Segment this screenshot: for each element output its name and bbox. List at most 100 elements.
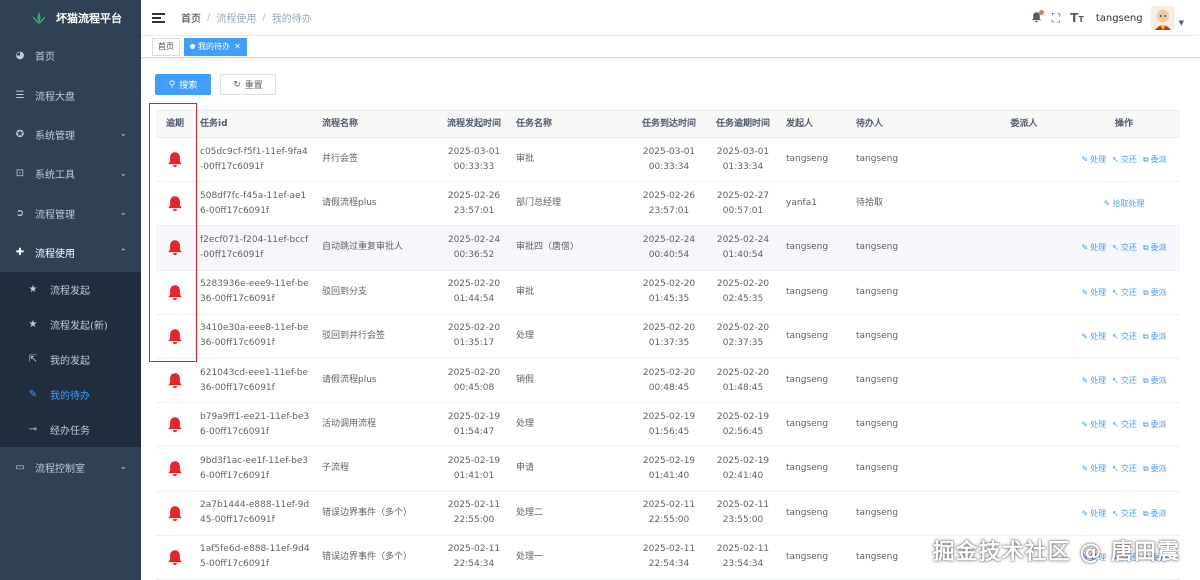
sidebar-item-label: 系统工具 xyxy=(35,170,75,182)
arrow-up-left-icon: ↖ xyxy=(1112,420,1119,430)
edit-icon: ✎ xyxy=(1081,287,1089,297)
overdue-bell-icon xyxy=(168,505,182,521)
edit-icon: ✎ xyxy=(1081,508,1089,518)
close-icon[interactable]: ✕ xyxy=(234,39,241,55)
sidebar: 坏猫流程平台 ◕ 首页 ☰ 流程大盘 ✪ 系统管理 ⌄ ⊡ 系统工具 ⌄ ➲ 流… xyxy=(0,0,141,580)
transfer-button[interactable]: ↖ 交还 xyxy=(1112,329,1137,344)
handle-button[interactable]: ✎ 处理 xyxy=(1081,506,1106,521)
caret-down-icon[interactable]: ▼ xyxy=(1179,19,1184,27)
sidebar-item-my-started[interactable]: ⇱ 我的发起 xyxy=(0,342,141,377)
notification-bell-icon[interactable] xyxy=(1031,9,1044,26)
sidebar-item-flow-use[interactable]: ✚ 流程使用 ⌃ xyxy=(0,233,141,272)
sidebar-item-my-todo[interactable]: ✎ 我的待办 xyxy=(0,377,141,412)
username[interactable]: tangseng xyxy=(1096,13,1143,24)
app-logo[interactable]: 坏猫流程平台 xyxy=(0,0,141,36)
transfer-button[interactable]: ↖ 交还 xyxy=(1112,417,1137,432)
column-header-start-time: 流程发起时间 xyxy=(446,118,501,129)
delegate-button[interactable]: ⧉ 委派 xyxy=(1143,461,1167,476)
handle-button[interactable]: ✎ 处理 xyxy=(1081,240,1106,255)
table-row[interactable]: f2ecf071-f204-11ef-bccf-00ff17c6091f 自动跳过… xyxy=(156,226,1180,271)
delegate-button[interactable]: ⧉ 委派 xyxy=(1143,417,1167,432)
submenu-flow-use: ★ 流程发起 ★ 流程发起(新) ⇱ 我的发起 ✎ 我的待办 ⊸ 经办任务 xyxy=(0,272,141,448)
sidebar-item-system-management[interactable]: ✪ 系统管理 ⌄ xyxy=(0,115,141,154)
arrive-time-cell: 2025-03-01 00:33:34 xyxy=(642,146,696,172)
sidebar-item-flow-control-room[interactable]: ▭ 流程控制室 ⌄ xyxy=(0,447,141,486)
font-size-icon[interactable]: TT xyxy=(1070,11,1084,25)
tool-icon: ⊡ xyxy=(15,168,25,180)
starter-cell: tangseng xyxy=(786,242,829,253)
table-row[interactable]: 5283936e-eee9-11ef-be36-00ff17c6091f 驳回到分… xyxy=(156,271,1180,315)
sidebar-item-start-flow[interactable]: ★ 流程发起 xyxy=(0,272,141,307)
handle-button[interactable]: ✎ 处理 xyxy=(1081,461,1106,476)
copy-icon: ⧉ xyxy=(1142,464,1149,474)
transfer-button[interactable]: ↖ 交还 xyxy=(1112,461,1137,476)
sidebar-item-label: 我的发起 xyxy=(50,356,90,368)
delegate-button[interactable]: ⧉ 委派 xyxy=(1143,152,1167,167)
task-id-cell: c05dc9cf-f5f1-11ef-9fa4-00ff17c6091f xyxy=(200,146,308,172)
task-id-cell: b79a9ff1-ee21-11ef-be36-00ff17c6091f xyxy=(200,411,310,437)
overdue-time-cell: 2025-02-19 02:56:45 xyxy=(716,411,770,437)
task-name-cell: 审批四（唐僧） xyxy=(516,242,580,253)
table-row[interactable]: 2a7b1444-e888-11ef-9d45-00ff17c6091f 错误边界… xyxy=(156,492,1180,536)
lotus-logo-icon xyxy=(32,12,46,24)
handle-button[interactable]: ✎ 处理 xyxy=(1081,152,1106,167)
breadcrumb-home[interactable]: 首页 xyxy=(181,10,201,25)
delegate-button[interactable]: ⧉ 委派 xyxy=(1143,285,1167,300)
table-row[interactable]: b79a9ff1-ee21-11ef-be36-00ff17c6091f 活动调用… xyxy=(156,403,1180,448)
process-name-cell: 并行会签 xyxy=(322,154,359,165)
transfer-button[interactable]: ↖ 交还 xyxy=(1112,240,1137,255)
tag-home[interactable]: 首页 xyxy=(152,37,180,56)
sidebar-item-start-flow-new[interactable]: ★ 流程发起(新) xyxy=(0,307,141,342)
system-icon: ✪ xyxy=(15,128,25,140)
action-label: 交还 xyxy=(1120,508,1137,518)
delegator-cell xyxy=(980,492,1068,535)
search-button[interactable]: ⚲ 搜索 xyxy=(155,74,211,95)
delegate-button[interactable]: ⧉ 委派 xyxy=(1143,506,1167,521)
handle-button[interactable]: ✎ 处理 xyxy=(1081,285,1106,300)
action-label: 处理 xyxy=(1090,508,1107,518)
delegate-button[interactable]: ⧉ 委派 xyxy=(1143,240,1167,255)
fullscreen-icon[interactable]: ⛶ xyxy=(1052,11,1060,26)
table-row[interactable]: 621043cd-eee1-11ef-be36-00ff17c6091f 请假流程… xyxy=(156,359,1180,404)
delegator-cell xyxy=(980,315,1068,358)
table-row[interactable]: 9bd3f1ac-ee1f-11ef-be36-00ff17c6091f 子流程 2… xyxy=(156,447,1180,492)
hamburger-icon[interactable] xyxy=(152,12,165,23)
transfer-button[interactable]: ↖ 交还 xyxy=(1112,285,1137,300)
overdue-time-cell: 2025-02-27 00:57:01 xyxy=(716,190,770,216)
overdue-time-cell: 2025-02-20 01:48:45 xyxy=(716,367,770,393)
column-header-task-id: 任务id xyxy=(200,118,228,129)
sidebar-item-system-tools[interactable]: ⊡ 系统工具 ⌄ xyxy=(0,154,141,193)
handle-button[interactable]: ✎ 处理 xyxy=(1081,329,1106,344)
claim-button[interactable]: ✎ 拾取处理 xyxy=(1104,196,1145,211)
sidebar-item-home[interactable]: ◕ 首页 xyxy=(0,36,141,75)
table-row[interactable]: c05dc9cf-f5f1-11ef-9fa4-00ff17c6091f 并行会签… xyxy=(156,138,1180,183)
table-row[interactable]: 508df7fc-f45a-11ef-ae16-00ff17c6091f 请假流程… xyxy=(156,182,1180,227)
delegate-button[interactable]: ⧉ 委派 xyxy=(1143,373,1167,388)
handle-button[interactable]: ✎ 处理 xyxy=(1081,373,1106,388)
action-label: 委派 xyxy=(1150,243,1167,253)
starter-cell: tangseng xyxy=(786,463,829,474)
action-label: 拾取处理 xyxy=(1112,199,1145,209)
monitor-icon: ▭ xyxy=(15,461,25,473)
actions-cell: ✎ 处理 ↖ 交还 ⧉ 委派 xyxy=(1068,226,1180,269)
overdue-time-cell: 2025-03-01 01:33:34 xyxy=(716,146,770,172)
delegate-button[interactable]: ⧉ 委派 xyxy=(1143,329,1167,344)
transfer-button[interactable]: ↖ 交还 xyxy=(1112,152,1137,167)
reset-button[interactable]: ↻ 重置 xyxy=(220,74,276,95)
action-label: 交还 xyxy=(1120,287,1137,297)
table-header-row: 逾期 任务id 流程名称 流程发起时间 任务名称 任务到达时间 任务逾期时间 发… xyxy=(156,111,1180,138)
overdue-cell xyxy=(156,315,194,358)
sidebar-item-flow-management[interactable]: ➲ 流程管理 ⌄ xyxy=(0,194,141,233)
sidebar-item-handled-tasks[interactable]: ⊸ 经办任务 xyxy=(0,412,141,447)
tag-my-todo[interactable]: 我的待办 ✕ xyxy=(184,37,247,56)
assignee-cell: tangseng xyxy=(856,507,899,518)
table-row[interactable]: 3410e30a-eee8-11ef-be36-00ff17c6091f 驳回到并… xyxy=(156,315,1180,359)
sidebar-item-flow-board[interactable]: ☰ 流程大盘 xyxy=(0,75,141,114)
assignee-cell: tangseng xyxy=(856,419,899,430)
transfer-button[interactable]: ↖ 交还 xyxy=(1112,373,1137,388)
edit-icon: ✎ xyxy=(1081,331,1089,341)
avatar[interactable] xyxy=(1150,6,1175,30)
action-label: 委派 xyxy=(1150,331,1167,341)
handle-button[interactable]: ✎ 处理 xyxy=(1081,417,1106,432)
transfer-button[interactable]: ↖ 交还 xyxy=(1112,506,1137,521)
